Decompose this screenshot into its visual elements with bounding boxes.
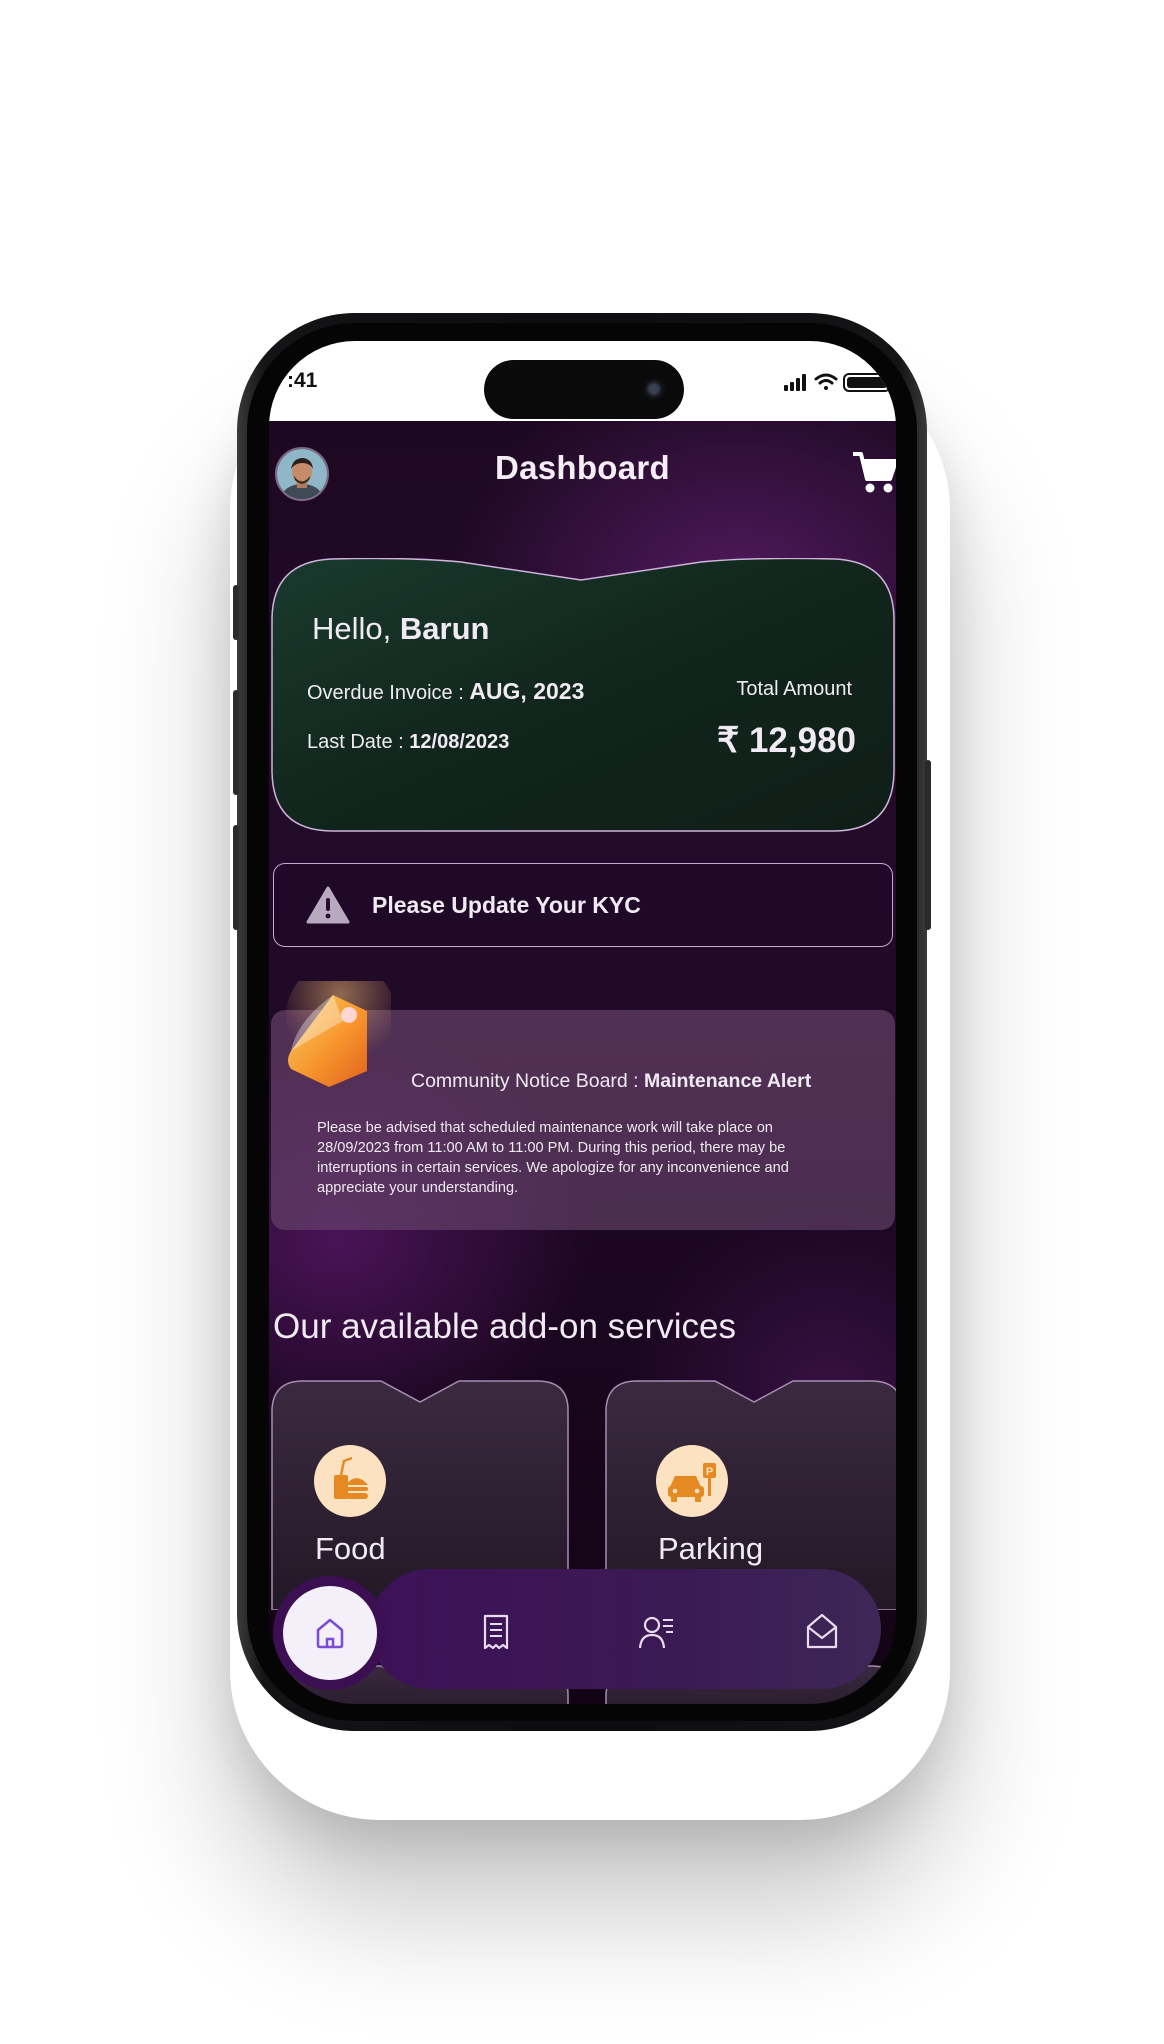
notice-heading: Community Notice Board : Maintenance Ale… xyxy=(411,1070,811,1093)
kyc-text: Please Update Your KYC xyxy=(372,892,641,918)
overdue-label: Overdue Invoice : xyxy=(307,682,464,704)
signal-icon xyxy=(784,374,806,391)
dynamic-island xyxy=(484,360,684,419)
greeting-text: Hello, xyxy=(312,611,392,646)
volume-down-button xyxy=(233,825,239,930)
warning-icon xyxy=(306,886,350,924)
last-date: Last Date : 12/08/2023 xyxy=(307,731,509,754)
notice-title: Maintenance Alert xyxy=(644,1070,812,1092)
status-time: :41 xyxy=(287,369,318,392)
parking-icon: P xyxy=(656,1445,728,1517)
mute-switch xyxy=(233,585,239,640)
notice-line: 28/09/2023 from 11:00 AM to 11:00 PM. Du… xyxy=(317,1140,786,1156)
status-icons xyxy=(784,373,891,392)
page-title: Dashboard xyxy=(494,449,671,486)
battery-icon xyxy=(843,373,891,392)
svg-text:P: P xyxy=(706,1466,713,1478)
service-label-food: Food xyxy=(315,1531,386,1566)
last-date-label: Last Date : xyxy=(307,731,404,753)
greeting: Hello, Barun xyxy=(312,611,489,647)
notice-line: appreciate your understanding. xyxy=(317,1180,519,1196)
kyc-banner[interactable]: Please Update Your KYC xyxy=(273,863,893,947)
overdue-invoice: Overdue Invoice : AUG, 2023 xyxy=(307,678,584,705)
notice-body: Please be advised that scheduled mainten… xyxy=(317,1118,789,1198)
camera-icon xyxy=(644,379,666,401)
nav-home-button[interactable] xyxy=(283,1586,377,1680)
overdue-value: AUG, 2023 xyxy=(469,678,585,704)
app-screen: :41 Dashboard Hello, Barun Overdue Invoi… xyxy=(269,341,896,1704)
home-icon xyxy=(316,1618,344,1649)
food-icon xyxy=(314,1445,386,1517)
notice-label: Community Notice Board : xyxy=(411,1070,639,1092)
user-name: Barun xyxy=(399,611,490,646)
status-bar: :41 xyxy=(269,341,896,421)
cart-icon[interactable] xyxy=(850,448,896,496)
notice-line: Please be advised that scheduled mainten… xyxy=(317,1120,773,1136)
total-amount-label: Total Amount xyxy=(736,678,852,700)
last-date-value: 12/08/2023 xyxy=(409,731,510,753)
price-tag-icon xyxy=(286,981,391,1087)
services-heading: Our available add-on services xyxy=(273,1307,737,1346)
notice-line: interruptions in certain services. We ap… xyxy=(317,1160,789,1176)
service-label-parking: Parking xyxy=(658,1531,764,1566)
wifi-icon xyxy=(814,373,838,390)
mail-icon[interactable] xyxy=(805,1612,839,1650)
profile-list-icon[interactable] xyxy=(639,1614,675,1650)
total-amount-value: ₹ 12,980 xyxy=(716,721,856,760)
receipt-icon[interactable] xyxy=(480,1614,512,1650)
power-button xyxy=(925,760,931,930)
volume-up-button xyxy=(233,690,239,795)
